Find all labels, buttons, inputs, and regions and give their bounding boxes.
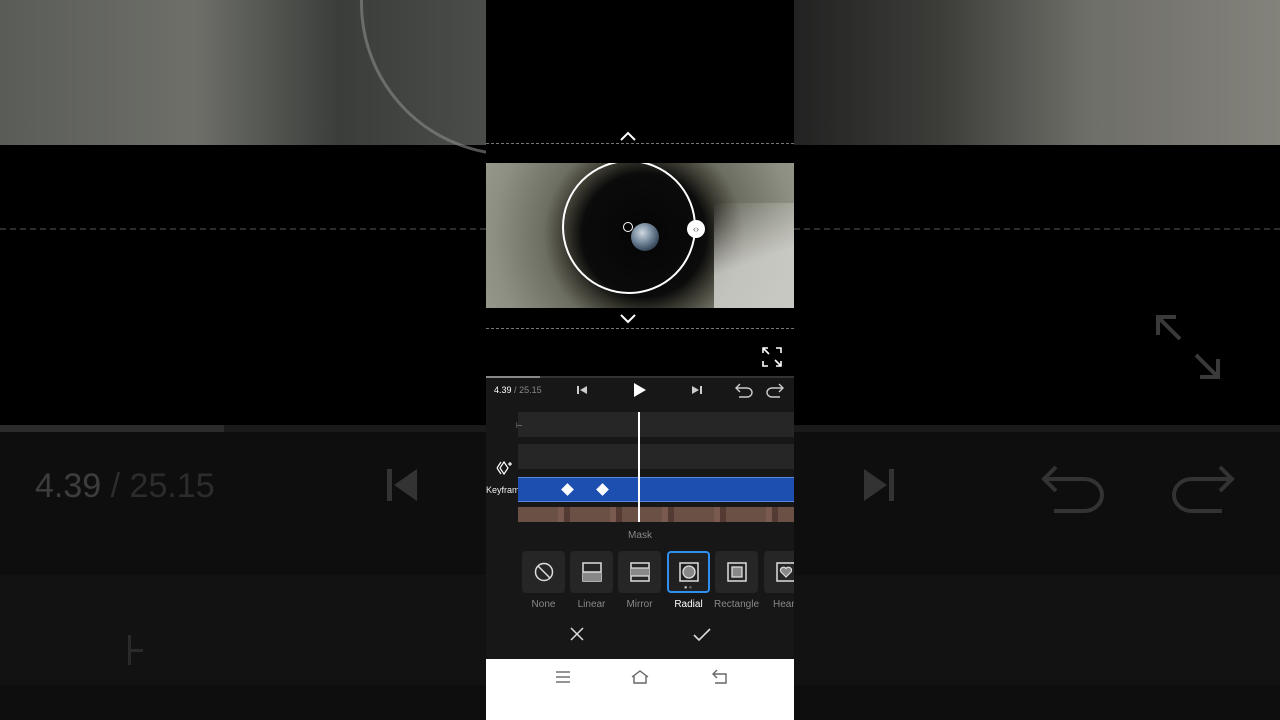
blurred-time-display: 4.39 / 25.15 [35,467,215,506]
radial-settings-dots: ●● [683,585,694,591]
time-current: 4.39 [494,385,512,395]
menu-icon[interactable] [554,669,572,685]
blurred-panel-right [794,425,1280,720]
mask-option-labels: None Linear Mirror Radial Rectangle Hear… [522,599,794,613]
undo-icon[interactable] [734,382,754,398]
crop-top-line [486,143,794,144]
blurred-video-top-right [794,0,1280,145]
system-nav-bar [486,659,794,720]
blurred-progress-right [794,425,1280,432]
video-preview[interactable]: ‹› [486,163,794,308]
mask-label-heart: Heart [773,599,794,610]
chevron-down-icon[interactable] [619,312,637,324]
expand-icon[interactable] [762,347,782,367]
mask-section-title: Mask [628,530,652,541]
keyframe-add-icon[interactable] [495,460,515,476]
blurred-undo-icon [1041,465,1104,513]
mask-options: ●● [522,551,794,601]
mask-option-radial[interactable]: ●● [667,551,710,593]
timeline-track-text[interactable] [518,412,794,437]
blurred-time-separator: / [110,467,121,505]
mask-label-none: None [531,599,556,610]
blurred-skip-forward-icon [864,469,894,501]
mask-label-rectangle: Rectangle [713,599,760,610]
mirror-icon [629,562,650,582]
mask-option-linear[interactable] [570,551,613,593]
mask-resize-handle[interactable]: ‹› [687,220,705,238]
mask-center-handle[interactable] [623,222,633,232]
time-total: 25.15 [519,385,542,395]
chevron-up-icon[interactable] [619,130,637,142]
redo-icon[interactable] [765,382,785,398]
time-separator: / [514,385,517,395]
mask-option-none[interactable] [522,551,565,593]
track-marker: ⊢ [516,421,523,430]
background-right [794,0,1280,720]
linear-icon [581,562,602,582]
play-icon[interactable] [629,382,649,398]
editor-panel: 4.39 / 25.15 ⊢ Keyframe Mask ●● None Lin… [486,376,794,659]
confirm-icon[interactable] [693,628,711,642]
back-icon[interactable] [711,669,729,685]
blurred-time-current: 4.39 [35,467,102,505]
blurred-progress [0,425,486,432]
timeline-track-selected-clip[interactable] [518,477,794,502]
cancel-icon[interactable] [570,627,584,641]
home-icon[interactable] [631,669,649,685]
time-display: 4.39 / 25.15 [494,385,542,395]
blurred-track-marker [128,635,143,665]
blurred-band [0,575,486,685]
earth-reflection [631,223,659,251]
background-left: 4.39 / 25.15 [0,0,486,720]
playhead[interactable] [638,412,640,522]
mask-option-heart[interactable] [764,551,794,593]
timeline-track-video-thumbnails[interactable] [518,507,794,522]
keyframe-marker[interactable] [596,483,609,496]
radial-icon [678,562,699,582]
heart-icon [775,562,794,582]
blurred-dashed-line [0,228,486,230]
mask-label-linear: Linear [577,599,606,610]
keyframe-marker[interactable] [561,483,574,496]
blurred-skip-back-icon [387,469,417,501]
blurred-dashed-line-right [794,228,1280,230]
mask-option-mirror[interactable] [618,551,661,593]
none-icon [534,562,553,582]
blurred-expand-icon [1156,315,1220,379]
skip-forward-icon[interactable] [687,382,707,398]
blurred-time-total: 25.15 [129,467,215,505]
mask-option-rectangle[interactable] [715,551,758,593]
mask-label-mirror: Mirror [626,599,653,610]
playback-progress[interactable] [486,376,794,378]
phone-screen: ‹› 4.39 / 25.15 ⊢ Keyframe Mask ●● None … [486,0,794,720]
timeline-track-overlay[interactable] [518,444,794,469]
blurred-redo-icon [1172,465,1235,513]
mask-label-radial: Radial [674,599,703,610]
crop-bottom-line [486,328,794,329]
blurred-band-right [794,575,1280,685]
rectangle-icon [726,562,747,582]
skip-back-icon[interactable] [572,382,592,398]
blurred-panel: 4.39 / 25.15 [0,425,486,720]
